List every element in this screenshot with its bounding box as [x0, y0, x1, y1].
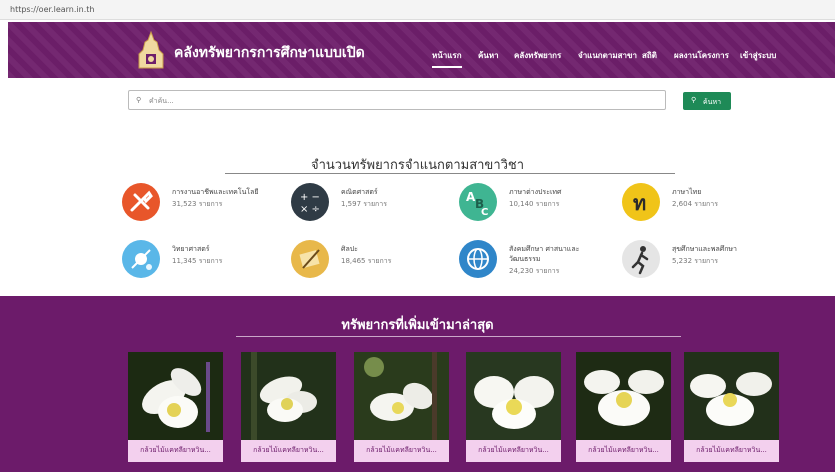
site-logo-icon[interactable] — [135, 30, 167, 70]
orchid-image[interactable] — [354, 352, 449, 440]
resource-card[interactable]: กล้วยไม้แคทลียาหวิน... — [241, 352, 336, 462]
search-placeholder: คำค้น... — [149, 97, 174, 105]
browser-url-bar[interactable]: https://oer.learn.in.th — [0, 0, 835, 20]
nav-statistics[interactable]: สถิติ — [642, 49, 657, 62]
orchid-image[interactable] — [684, 352, 779, 440]
category-count: 31,523 รายการ — [172, 200, 223, 208]
orchid-image[interactable] — [128, 352, 223, 440]
resource-card[interactable]: กล้วยไม้แคทลียาหวิน... — [354, 352, 449, 462]
site-title[interactable]: คลังทรัพยากรการศึกษาแบบเปิด — [174, 42, 365, 64]
nav-login[interactable]: เข้าสู่ระบบ — [740, 49, 776, 62]
category-count: 18,465 รายการ — [341, 257, 392, 265]
search-icon: ⚲ — [136, 96, 142, 104]
svg-text:C: C — [481, 207, 488, 218]
search-button-label: ค้นหา — [703, 98, 722, 106]
category-count: 1,597 รายการ — [341, 200, 387, 208]
search-button[interactable]: ⚲ ค้นหา — [683, 92, 731, 110]
resource-card[interactable]: กล้วยไม้แคทลียาหวิน... — [466, 352, 561, 462]
search-input[interactable]: ⚲ คำค้น... — [128, 90, 666, 110]
resource-card[interactable]: กล้วยไม้แคทลียาหวิน... — [128, 352, 223, 462]
category-count: 10,140 รายการ — [509, 200, 560, 208]
url-text[interactable]: https://oer.learn.in.th — [10, 5, 94, 14]
orchid-image[interactable] — [241, 352, 336, 440]
search-button-icon: ⚲ — [691, 96, 697, 104]
divider — [236, 336, 681, 337]
science-icon — [122, 240, 160, 278]
category-name: วิทยาศาสตร์ — [172, 245, 210, 253]
nav-home[interactable]: หน้าแรก — [432, 49, 462, 68]
category-name: คณิตศาสตร์ — [341, 188, 378, 196]
nav-search[interactable]: ค้นหา — [478, 49, 499, 62]
category-foreign-language[interactable]: ABC ภาษาต่างประเทศ 10,140 รายการ — [459, 183, 599, 223]
svg-text:× ÷: × ÷ — [300, 204, 320, 215]
category-name: ภาษาไทย — [672, 188, 702, 196]
resource-caption[interactable]: กล้วยไม้แคทลียาหวิน... — [241, 440, 336, 462]
divider — [225, 173, 675, 174]
resource-caption[interactable]: กล้วยไม้แคทลียาหวิน... — [466, 440, 561, 462]
resource-caption[interactable]: กล้วยไม้แคทลียาหวิน... — [128, 440, 223, 462]
resource-caption[interactable]: กล้วยไม้แคทลียาหวิน... — [576, 440, 671, 462]
category-art[interactable]: ศิลปะ 18,465 รายการ — [291, 240, 431, 282]
resource-card[interactable]: กล้วยไม้แคทลียาหวิน... — [576, 352, 671, 462]
math-icon: + − × ÷ — [291, 183, 329, 221]
latest-title: ทรัพยากรที่เพิ่มเข้ามาล่าสุด — [341, 318, 494, 333]
resource-caption[interactable]: กล้วยไม้แคทลียาหวิน... — [354, 440, 449, 462]
resource-caption[interactable]: กล้วยไม้แคทลียาหวิน... — [684, 440, 779, 462]
tools-icon — [122, 183, 160, 221]
nav-by-subject[interactable]: จำแนกตามสาขา — [578, 49, 637, 62]
category-career-tech[interactable]: การงานอาชีพและเทคโนโลยี 31,523 รายการ — [122, 183, 262, 223]
categories-title: จำนวนทรัพยากรจำแนกตามสาขาวิชา — [310, 158, 525, 173]
category-math[interactable]: + − × ÷ คณิตศาสตร์ 1,597 รายการ — [291, 183, 431, 223]
category-count: 11,345 รายการ — [172, 257, 223, 265]
site-header: คลังทรัพยากรการศึกษาแบบเปิด หน้าแรก ค้นห… — [8, 22, 835, 78]
category-count: 2,604 รายการ — [672, 200, 718, 208]
category-name-line2: วัฒนธรรม — [509, 255, 541, 263]
category-count: 24,230 รายการ — [509, 267, 560, 275]
globe-icon — [459, 240, 497, 278]
category-name: สุขศึกษาและพลศึกษา — [672, 245, 737, 253]
nav-projects[interactable]: ผลงานโครงการ — [674, 49, 729, 62]
category-thai[interactable]: ท ภาษาไทย 2,604 รายการ — [622, 183, 762, 223]
category-count: 5,232 รายการ — [672, 257, 718, 265]
svg-text:+ −: + − — [300, 192, 320, 203]
category-science[interactable]: วิทยาศาสตร์ 11,345 รายการ — [122, 240, 262, 282]
category-health-pe[interactable]: สุขศึกษาและพลศึกษา 5,232 รายการ — [622, 240, 762, 282]
orchid-image[interactable] — [576, 352, 671, 440]
thai-letter-icon: ท — [622, 183, 660, 221]
resource-card[interactable]: กล้วยไม้แคทลียาหวิน... — [684, 352, 779, 462]
category-name: การงานอาชีพและเทคโนโลยี — [172, 188, 259, 196]
svg-text:ท: ท — [633, 191, 646, 215]
category-name: ศิลปะ — [341, 245, 358, 253]
running-icon — [622, 240, 660, 278]
abc-icon: ABC — [459, 183, 497, 221]
art-icon — [291, 240, 329, 278]
category-social-studies[interactable]: สังคมศึกษา ศาสนาและ วัฒนธรรม 24,230 รายก… — [459, 240, 609, 282]
category-name: ภาษาต่างประเทศ — [509, 188, 562, 196]
orchid-image[interactable] — [466, 352, 561, 440]
nav-repository[interactable]: คลังทรัพยากร — [514, 49, 561, 62]
